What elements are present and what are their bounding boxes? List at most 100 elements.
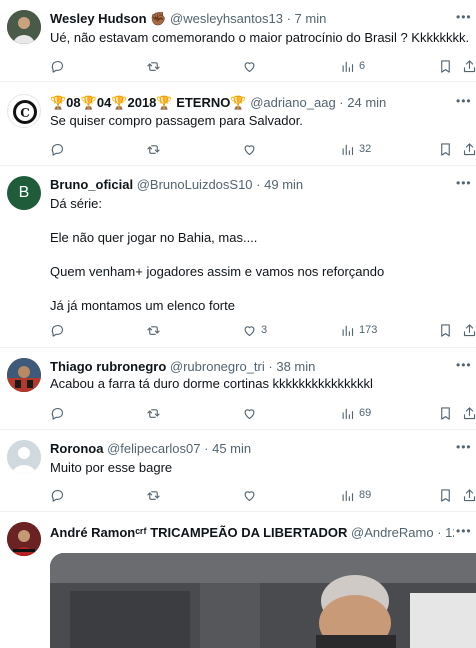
share-button[interactable]	[462, 321, 476, 339]
tweet[interactable]: B Bruno_oficial @BrunoLuizdosS10 · 49 mi…	[0, 166, 476, 348]
tweet[interactable]: C 🏆08🏆04🏆2018🏆 ETERNO🏆 @adriano_aag · 24…	[0, 82, 476, 166]
tweet-media-image[interactable]	[50, 553, 476, 648]
reply-button[interactable]	[50, 57, 65, 75]
heart-icon	[244, 490, 255, 501]
retweet-button[interactable]	[146, 486, 161, 504]
retweet-button[interactable]	[146, 321, 161, 339]
tweet-header: André Ramonᶜʳᶠ TRICAMPEÃO DA LIBERTADOR …	[50, 524, 454, 542]
more-options-icon[interactable]: •••	[456, 11, 471, 26]
timestamp[interactable]: 38 min	[276, 359, 315, 374]
timestamp[interactable]: 24 min	[347, 95, 386, 110]
tweet[interactable]: Wesley Hudson ✊🏾 @wesleyhsantos13 · 7 mi…	[0, 0, 476, 82]
bookmark-icon	[441, 323, 450, 337]
bookmark-button[interactable]	[438, 140, 453, 158]
tweet[interactable]: Thiago rubronegro @rubronegro_tri · 38 m…	[0, 348, 476, 430]
avatar[interactable]: C	[7, 94, 41, 128]
bookmark-button[interactable]	[438, 486, 453, 504]
like-button[interactable]	[242, 57, 257, 75]
share-icon	[463, 142, 476, 155]
views-icon	[342, 61, 354, 72]
retweet-button[interactable]	[146, 140, 161, 158]
views-icon	[342, 144, 354, 155]
reply-button[interactable]	[50, 140, 65, 158]
display-name[interactable]: 🏆08🏆04🏆2018🏆 ETERNO🏆	[50, 95, 247, 110]
action-bar: 69	[50, 404, 476, 422]
tweet[interactable]: Roronoa @felipecarlos07 · 45 min ••• Mui…	[0, 430, 476, 512]
more-options-icon[interactable]: •••	[456, 359, 471, 374]
tweet-text: Ué, não estavam comemorando o maior patr…	[50, 30, 468, 46]
timestamp[interactable]: 7 min	[295, 11, 327, 26]
like-button[interactable]	[242, 140, 257, 158]
views-count: 89	[359, 489, 372, 501]
tweet-text: Dá série: Ele não quer jogar no Bahia, m…	[50, 195, 468, 314]
like-button[interactable]: 3	[242, 321, 267, 339]
handle[interactable]: @felipecarlos07	[107, 441, 200, 456]
share-button[interactable]	[462, 57, 476, 75]
handle[interactable]: @wesleyhsantos13	[170, 11, 283, 26]
reply-button[interactable]	[50, 321, 65, 339]
timestamp[interactable]: 45 min	[212, 441, 251, 456]
avatar[interactable]	[7, 522, 41, 556]
share-button[interactable]	[462, 404, 476, 422]
more-options-icon[interactable]: •••	[456, 441, 471, 456]
like-button[interactable]	[242, 486, 257, 504]
profile-photo-icon	[7, 358, 41, 392]
retweet-icon	[147, 490, 160, 500]
tweet-line: Ele não quer jogar no Bahia, mas....	[50, 230, 258, 245]
display-name[interactable]: Wesley Hudson	[50, 11, 147, 26]
views-button[interactable]: 69	[340, 404, 371, 422]
handle[interactable]: @rubronegro_tri	[170, 359, 265, 374]
display-name[interactable]: Bruno_oficial	[50, 177, 133, 192]
share-button[interactable]	[462, 486, 476, 504]
timestamp[interactable]: 12 min	[445, 525, 454, 540]
more-options-icon[interactable]: •••	[456, 525, 471, 540]
reply-icon	[51, 143, 64, 156]
tweet-line: Ué, não estavam comemorando o maior patr…	[50, 30, 468, 45]
more-options-icon[interactable]: •••	[456, 95, 471, 110]
share-button[interactable]	[462, 140, 476, 158]
heart-icon	[244, 144, 255, 155]
avatar[interactable]	[7, 358, 41, 392]
avatar[interactable]	[7, 10, 41, 44]
tweet-text: Acabou a farra tá duro dorme cortinas kk…	[50, 376, 468, 392]
display-name[interactable]: Thiago rubronegro	[50, 359, 166, 374]
separator: ·	[339, 95, 344, 110]
reply-button[interactable]	[50, 404, 65, 422]
bookmark-icon	[441, 142, 450, 156]
separator: ·	[268, 359, 273, 374]
like-button[interactable]	[242, 404, 257, 422]
bookmark-button[interactable]	[438, 404, 453, 422]
tweet-header: Thiago rubronegro @rubronegro_tri · 38 m…	[50, 358, 454, 376]
emoji-badge: ✊🏾	[150, 11, 167, 26]
display-name[interactable]: Roronoa	[50, 441, 103, 456]
reply-button[interactable]	[50, 486, 65, 504]
tweet-line: Quem venham+ jogadores assim e vamos nos…	[50, 264, 385, 279]
views-button[interactable]: 89	[340, 486, 371, 504]
views-count: 69	[359, 407, 372, 419]
avatar[interactable]: B	[7, 176, 41, 210]
profile-photo-icon	[7, 522, 41, 556]
bookmark-button[interactable]	[438, 57, 453, 75]
tweet-line: Se quiser compro passagem para Salvador.	[50, 113, 303, 128]
display-name[interactable]: André Ramonᶜʳᶠ TRICAMPEÃO DA LIBERTADOR	[50, 525, 347, 540]
views-button[interactable]: 32	[340, 140, 371, 158]
bookmark-button[interactable]	[438, 321, 453, 339]
tweet-line: Já já montamos um elenco forte	[50, 298, 235, 313]
handle[interactable]: @BrunoLuizdosS10	[137, 177, 253, 192]
handle[interactable]: @adriano_aag	[250, 95, 335, 110]
action-bar: 32	[50, 140, 476, 158]
tweet-header: Bruno_oficial @BrunoLuizdosS10 · 49 min	[50, 176, 454, 194]
avatar[interactable]	[7, 440, 41, 474]
retweet-button[interactable]	[146, 57, 161, 75]
views-count: 32	[359, 143, 372, 155]
more-options-icon[interactable]: •••	[456, 177, 471, 192]
retweet-button[interactable]	[146, 404, 161, 422]
timestamp[interactable]: 49 min	[264, 177, 303, 192]
handle[interactable]: @AndreRamo	[351, 525, 434, 540]
views-button[interactable]: 173	[340, 321, 377, 339]
views-button[interactable]: 6	[340, 57, 365, 75]
avatar-letter: B	[18, 184, 30, 201]
